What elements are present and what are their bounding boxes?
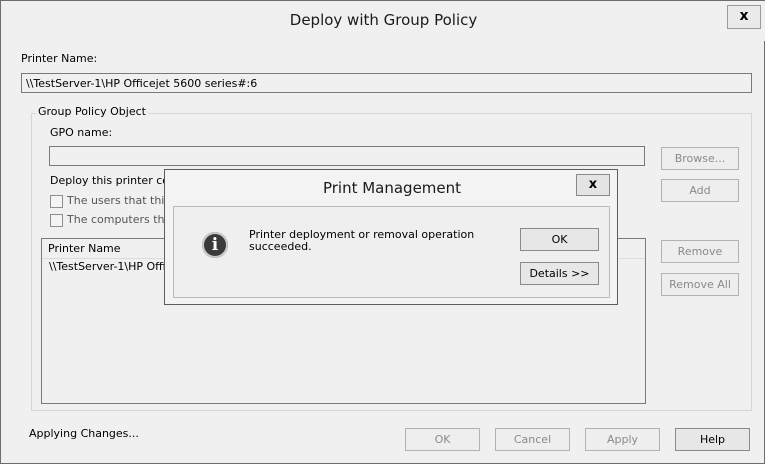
- computers-checkbox-label: The computers tha: [67, 213, 172, 226]
- browse-button[interactable]: Browse...: [661, 147, 739, 170]
- dialog-details-button[interactable]: Details >>: [520, 262, 599, 285]
- users-checkbox[interactable]: [50, 195, 63, 208]
- status-text: Applying Changes...: [29, 427, 139, 440]
- close-button[interactable]: x: [727, 5, 761, 29]
- dialog-close-button[interactable]: x: [576, 174, 610, 196]
- dialog-message: Printer deployment or removal operation …: [249, 228, 475, 253]
- cancel-button[interactable]: Cancel: [495, 428, 570, 451]
- remove-all-button[interactable]: Remove All: [661, 273, 739, 296]
- printer-name-field[interactable]: \\TestServer-1\HP Officejet 5600 series#…: [21, 73, 752, 93]
- users-checkbox-label: The users that this: [67, 194, 171, 207]
- print-management-dialog: Print Management x i Printer deployment …: [164, 169, 618, 305]
- gpo-name-label: GPO name:: [50, 126, 113, 139]
- help-button[interactable]: Help: [675, 428, 750, 451]
- gpo-groupbox-legend: Group Policy Object: [36, 105, 148, 118]
- dialog-ok-button[interactable]: OK: [520, 228, 599, 251]
- apply-button[interactable]: Apply: [585, 428, 660, 451]
- window-title: Deploy with Group Policy: [289, 11, 478, 29]
- deploy-to-label: Deploy this printer cor: [50, 174, 174, 187]
- ok-button[interactable]: OK: [405, 428, 480, 451]
- add-button[interactable]: Add: [661, 179, 739, 202]
- printer-name-label: Printer Name:: [21, 52, 98, 65]
- dialog-body: i Printer deployment or removal operatio…: [173, 206, 610, 298]
- remove-button[interactable]: Remove: [661, 240, 739, 263]
- gpo-name-input[interactable]: [49, 146, 645, 166]
- deploy-group-policy-window: Deploy with Group Policy x Printer Name:…: [0, 0, 765, 464]
- list-item[interactable]: \\TestServer-1\HP Offi: [49, 260, 166, 273]
- dialog-title: Print Management: [322, 179, 462, 197]
- info-icon: i: [202, 232, 228, 258]
- computers-checkbox[interactable]: [50, 214, 63, 227]
